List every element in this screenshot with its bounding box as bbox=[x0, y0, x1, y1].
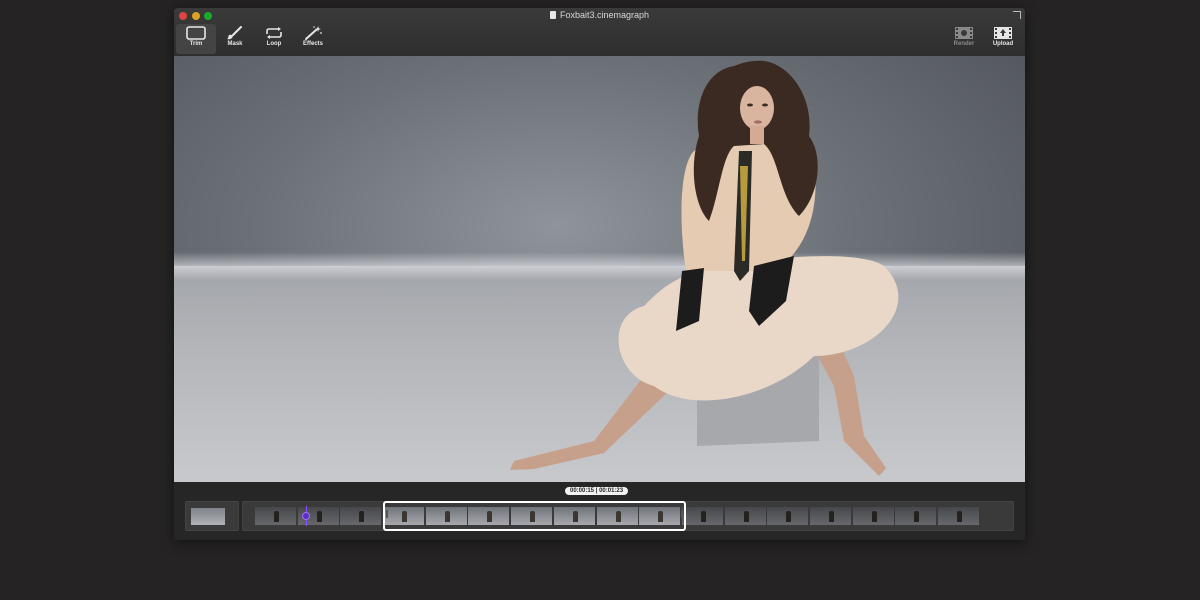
film-render-icon bbox=[955, 27, 973, 39]
upload-label: Upload bbox=[992, 41, 1014, 47]
trim-label: Trim bbox=[189, 41, 203, 47]
filmstrip-frame bbox=[724, 507, 766, 525]
filmstrip-frame bbox=[809, 507, 851, 525]
trim-icon bbox=[186, 26, 206, 40]
window-title-area: Foxbait3.cinemagraph bbox=[174, 10, 1025, 20]
document-icon bbox=[549, 11, 556, 19]
render-button[interactable]: Render bbox=[944, 24, 984, 54]
window-title: Foxbait3.cinemagraph bbox=[559, 10, 650, 20]
effects-tool-button[interactable]: Effects bbox=[293, 24, 333, 54]
filmstrip-frame bbox=[255, 507, 296, 525]
source-thumbnail[interactable] bbox=[185, 501, 239, 531]
playhead-knob[interactable] bbox=[302, 512, 310, 520]
trim-time-range: 00:00:15 | 00:01:23 bbox=[565, 487, 629, 495]
effects-label: Effects bbox=[302, 41, 323, 47]
thumbnail-image bbox=[191, 508, 225, 525]
trim-end-handle[interactable] bbox=[681, 510, 683, 518]
trim-start-handle[interactable] bbox=[386, 510, 388, 518]
mask-label: Mask bbox=[227, 41, 243, 47]
filmstrip-frame bbox=[340, 507, 382, 525]
trim-selection[interactable] bbox=[383, 501, 686, 531]
film-upload-icon bbox=[994, 27, 1012, 39]
render-label: Render bbox=[953, 41, 975, 47]
video-preview[interactable] bbox=[174, 56, 1025, 482]
loop-tool-button[interactable]: Loop bbox=[254, 24, 294, 54]
loop-icon bbox=[266, 27, 282, 39]
filmstrip-frame bbox=[938, 507, 979, 525]
filmstrip-frame bbox=[681, 507, 723, 525]
brush-icon bbox=[227, 26, 242, 40]
time-separator: | bbox=[595, 488, 598, 494]
trim-end-time: 00:01:23 bbox=[599, 488, 624, 494]
filmstrip-frame bbox=[852, 507, 894, 525]
title-bar: Foxbait3.cinemagraph Trim Mask Loop Effe… bbox=[174, 8, 1025, 57]
timeline-panel: 00:00:15 | 00:01:23 bbox=[174, 482, 1025, 540]
mask-tool-button[interactable]: Mask bbox=[215, 24, 255, 54]
app-window: Foxbait3.cinemagraph Trim Mask Loop Effe… bbox=[174, 8, 1025, 540]
trim-start-time: 00:00:15 bbox=[570, 488, 595, 494]
fullscreen-icon[interactable] bbox=[1013, 11, 1021, 19]
trim-tool-button[interactable]: Trim bbox=[176, 24, 216, 54]
upload-button[interactable]: Upload bbox=[983, 24, 1023, 54]
magic-wand-icon bbox=[305, 26, 322, 40]
filmstrip[interactable] bbox=[242, 501, 1014, 531]
loop-label: Loop bbox=[266, 41, 282, 47]
filmstrip-frame bbox=[895, 507, 937, 525]
model-photo bbox=[510, 60, 899, 476]
filmstrip-frame bbox=[767, 507, 809, 525]
